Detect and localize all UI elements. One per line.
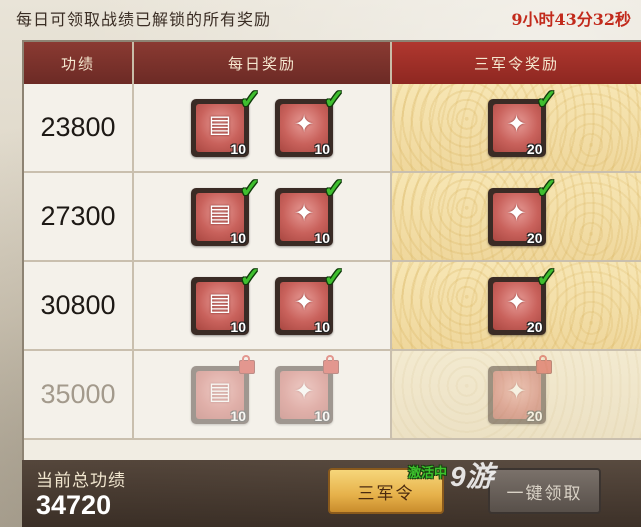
scroll-pile-icon: ▤ <box>208 376 232 405</box>
reward-item[interactable]: ▤ 10 <box>191 354 255 424</box>
reward-count: 10 <box>314 407 330 424</box>
reward-item[interactable]: ✦ 10 ✓ <box>275 263 345 335</box>
daily-notice: 每日可领取战绩已解锁的所有奖励 <box>16 10 272 29</box>
reward-count: 10 <box>314 318 330 335</box>
reward-count: 10 <box>230 407 246 424</box>
reward-count: 10 <box>314 229 330 246</box>
points-threshold: 23800 <box>24 84 134 171</box>
rewards-panel: 功绩 每日奖励 三军令奖励 23800 ▤ 10 ✓ ✦ 10 ✓ ✦ 20 ✓ 27300 ▤ 10 ✓… <box>22 40 641 460</box>
reward-count: 20 <box>526 407 543 424</box>
reward-rows: 23800 ▤ 10 ✓ ✦ 10 ✓ ✦ 20 ✓ 27300 ▤ 10 ✓ ✦ 10 ✓ ✦ 20 ✓ 30800 ▤… <box>24 84 641 440</box>
table-row: 30800 ▤ 10 ✓ ✦ 10 ✓ ✦ 20 ✓ <box>24 262 641 351</box>
emblem-icon: ✦ <box>293 376 315 405</box>
scroll-pile-icon: ▤ <box>208 109 232 138</box>
header-daily-rewards: 每日奖励 <box>134 42 392 84</box>
claimed-check-icon: ✓ <box>323 173 345 204</box>
table-row: 27300 ▤ 10 ✓ ✦ 10 ✓ ✦ 20 ✓ <box>24 173 641 262</box>
countdown-timer: 9小时43分32秒 <box>511 10 631 29</box>
header-army-rewards: 三军令奖励 <box>392 42 641 84</box>
daily-reward-cell: ▤ 10 ✓ ✦ 10 ✓ <box>134 262 392 349</box>
reward-count: 10 <box>230 229 246 246</box>
army-reward-cell: ✦ 20 <box>392 351 641 438</box>
claimed-check-icon: ✓ <box>239 84 261 115</box>
reward-count: 20 <box>526 318 543 335</box>
daily-reward-cell: ▤ 10 ✓ ✦ 10 ✓ <box>134 173 392 260</box>
emblem-icon: ✦ <box>506 198 527 227</box>
reward-item[interactable]: ▤ 10 ✓ <box>191 174 261 246</box>
claimed-check-icon: ✓ <box>239 173 261 204</box>
reward-count: 10 <box>230 140 246 157</box>
claimed-check-icon: ✓ <box>535 84 558 115</box>
reward-item[interactable]: ✦ 20 ✓ <box>487 174 558 246</box>
claimed-check-icon: ✓ <box>239 262 261 293</box>
points-threshold: 27300 <box>24 173 134 260</box>
points-threshold: 30800 <box>24 262 134 349</box>
claimed-check-icon: ✓ <box>535 262 558 293</box>
top-bar: 每日可领取战绩已解锁的所有奖励 9小时43分32秒 <box>0 0 641 36</box>
lock-icon <box>535 354 552 374</box>
scroll-pile-icon: ▤ <box>208 198 232 227</box>
reward-item[interactable]: ▤ 10 ✓ <box>191 263 261 335</box>
reward-item[interactable]: ✦ 20 ✓ <box>487 263 558 335</box>
emblem-icon: ✦ <box>506 109 527 138</box>
lock-icon <box>323 354 339 374</box>
points-threshold: 35000 <box>24 351 134 438</box>
table-row: 23800 ▤ 10 ✓ ✦ 10 ✓ ✦ 20 ✓ <box>24 84 641 173</box>
reward-item[interactable]: ✦ 20 ✓ <box>487 85 558 157</box>
claimed-check-icon: ✓ <box>535 173 558 204</box>
reward-count: 20 <box>526 229 543 246</box>
bottom-bar: 当前总功绩 34720 三军令 激活中 一键领取 <box>22 460 641 527</box>
header-points: 功绩 <box>24 42 134 84</box>
total-points-label: 当前总功绩 <box>36 471 126 491</box>
army-reward-cell: ✦ 20 ✓ <box>392 173 641 260</box>
daily-reward-cell: ▤ 10 ✓ ✦ 10 ✓ <box>134 84 392 171</box>
claim-all-button[interactable]: 一键领取 <box>488 468 601 514</box>
army-reward-cell: ✦ 20 ✓ <box>392 262 641 349</box>
watermark-logo: 9游 <box>450 461 494 492</box>
lock-icon <box>239 354 255 374</box>
table-row: 35000 ▤ 10 ✦ 10 ✦ 20 <box>24 351 641 440</box>
emblem-icon: ✦ <box>506 376 527 405</box>
reward-item[interactable]: ▤ 10 ✓ <box>191 85 261 157</box>
emblem-icon: ✦ <box>506 287 527 316</box>
army-reward-cell: ✦ 20 ✓ <box>392 84 641 171</box>
reward-item[interactable]: ✦ 20 <box>487 354 552 424</box>
reward-item[interactable]: ✦ 10 ✓ <box>275 85 345 157</box>
scroll-pile-icon: ▤ <box>208 287 232 316</box>
reward-item[interactable]: ✦ 10 <box>275 354 339 424</box>
claimed-check-icon: ✓ <box>323 262 345 293</box>
total-points-value: 34720 <box>36 490 112 520</box>
emblem-icon: ✦ <box>293 198 315 227</box>
claimed-check-icon: ✓ <box>323 84 345 115</box>
reward-count: 10 <box>314 140 330 157</box>
reward-count: 20 <box>526 140 543 157</box>
reward-count: 10 <box>230 318 246 335</box>
emblem-icon: ✦ <box>293 109 315 138</box>
emblem-icon: ✦ <box>293 287 315 316</box>
reward-item[interactable]: ✦ 10 ✓ <box>275 174 345 246</box>
army-status-badge: 激活中 <box>408 466 448 481</box>
table-header: 功绩 每日奖励 三军令奖励 <box>24 42 641 84</box>
daily-reward-cell: ▤ 10 ✦ 10 <box>134 351 392 438</box>
